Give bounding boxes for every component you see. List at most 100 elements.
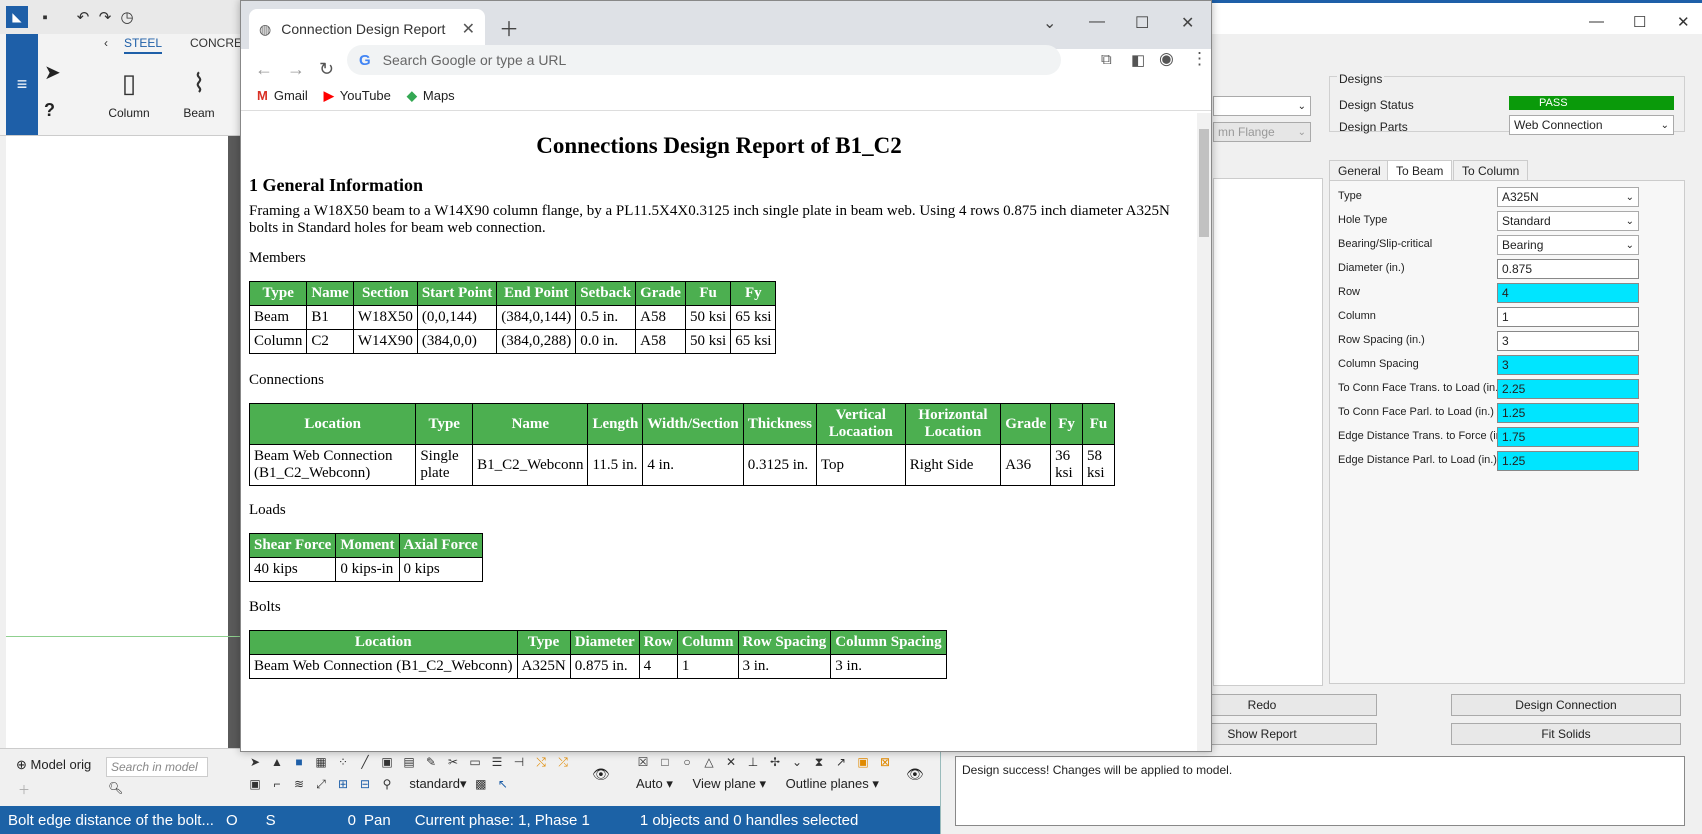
beam-tool[interactable]: ⌇ Beam bbox=[174, 68, 224, 120]
help-icon[interactable]: ? bbox=[44, 100, 55, 121]
app-logo-icon[interactable]: ◣ bbox=[6, 6, 28, 28]
tab-steel[interactable]: STEEL bbox=[124, 36, 163, 54]
browser-minimize-icon[interactable]: — bbox=[1089, 13, 1105, 31]
frame-icon[interactable]: ▣ bbox=[246, 777, 264, 795]
auto-dropdown[interactable]: Auto ▾ bbox=[636, 776, 673, 792]
bolt-icon[interactable]: ⊣ bbox=[510, 755, 528, 773]
scrollbar-thumb[interactable] bbox=[1199, 129, 1209, 237]
check-icon[interactable]: ⌄ bbox=[788, 755, 806, 773]
snap-blue2-icon[interactable]: ⊟ bbox=[356, 777, 374, 795]
cross-icon[interactable]: ✢ bbox=[766, 755, 784, 773]
model-view[interactable] bbox=[6, 136, 240, 748]
cube-icon[interactable]: ▣ bbox=[378, 755, 396, 773]
tab-close-icon[interactable]: ✕ bbox=[462, 19, 475, 39]
menu-icon[interactable]: ≡ bbox=[6, 34, 38, 135]
field-input[interactable]: 1.75 bbox=[1497, 427, 1639, 447]
report-page[interactable]: Connections Design Report of B1_C2 1 Gen… bbox=[241, 111, 1197, 751]
tab-general[interactable]: General bbox=[1329, 160, 1390, 181]
dash-icon[interactable]: ⊥ bbox=[744, 755, 762, 773]
design-connection-button[interactable]: Design Connection bbox=[1451, 694, 1681, 716]
dots-icon[interactable]: ⁘ bbox=[334, 755, 352, 773]
outline-planes-dropdown[interactable]: Outline planes ▾ bbox=[786, 776, 879, 792]
design-parts-select[interactable]: Web Connection ⌄ bbox=[1509, 115, 1674, 135]
bookmark-gmail[interactable]: M Gmail bbox=[257, 88, 308, 103]
undo-icon[interactable]: ↶ bbox=[72, 6, 94, 28]
orange-tool2-icon[interactable]: ⤮ bbox=[554, 755, 572, 773]
snap-blue-icon[interactable]: ⊞ bbox=[334, 777, 352, 795]
browser-maximize-icon[interactable]: ☐ bbox=[1135, 13, 1149, 33]
pattern-icon[interactable]: ▩ bbox=[472, 777, 490, 795]
fit-solids-button[interactable]: Fit Solids bbox=[1451, 723, 1681, 745]
link-icon[interactable]: ⚲ bbox=[378, 777, 396, 795]
extensions-icon[interactable]: ⧉ bbox=[1101, 51, 1112, 68]
model-origin-button[interactable]: ⊕ Model orig bbox=[16, 757, 91, 773]
pen-icon[interactable]: ✎ bbox=[422, 755, 440, 773]
partial-select-1[interactable]: ⌄ bbox=[1213, 96, 1311, 116]
hourglass-icon[interactable]: ⧗ bbox=[810, 755, 828, 773]
tab-to-column[interactable]: To Column bbox=[1453, 160, 1529, 181]
square-icon[interactable]: ■ bbox=[290, 755, 308, 773]
search-input[interactable]: Search in model bbox=[111, 760, 198, 774]
column-tool[interactable]: ▯ Column bbox=[104, 68, 154, 120]
maximize-icon[interactable]: ☐ bbox=[1633, 13, 1646, 31]
field-select[interactable]: Standard ⌄ bbox=[1497, 211, 1639, 231]
orange-box-icon[interactable]: ▣ bbox=[854, 755, 872, 773]
search-field[interactable]: Search in model bbox=[106, 757, 208, 777]
address-bar[interactable]: G Search Google or type a URL bbox=[347, 45, 1061, 75]
reload-icon[interactable]: ↻ bbox=[319, 59, 334, 80]
corner-icon[interactable]: ⌐ bbox=[268, 777, 286, 795]
tab-to-beam[interactable]: To Beam bbox=[1387, 160, 1453, 181]
tab-search-icon[interactable]: ⌄ bbox=[1043, 13, 1056, 33]
minimize-icon[interactable]: — bbox=[1589, 13, 1604, 30]
triangle-icon[interactable]: △ bbox=[700, 755, 718, 773]
panel-icon[interactable]: ▭ bbox=[466, 755, 484, 773]
side-panel-icon[interactable]: ◧ bbox=[1131, 51, 1145, 69]
field-input[interactable]: 4 bbox=[1497, 283, 1639, 303]
orange-tool-icon[interactable]: ⤭ bbox=[532, 755, 550, 773]
pointer-tool-icon[interactable]: ➤ bbox=[44, 60, 61, 85]
measure-icon[interactable]: ⤢ bbox=[312, 777, 330, 795]
table-icon[interactable]: ▤ bbox=[400, 755, 418, 773]
browser-tab[interactable]: ◍ Connection Design Report ✕ bbox=[249, 9, 485, 49]
field-select[interactable]: A325N ⌄ bbox=[1497, 187, 1639, 207]
align-icon[interactable]: ☰ bbox=[488, 755, 506, 773]
forward-icon[interactable]: → bbox=[287, 59, 305, 80]
orange-x-icon[interactable]: ⊠ bbox=[876, 755, 894, 773]
search-icon[interactable]: 🔍︎ bbox=[108, 781, 123, 795]
snap-icon[interactable]: ▲ bbox=[268, 755, 286, 773]
save-icon[interactable]: ▪ bbox=[34, 6, 56, 28]
field-input[interactable]: 3 bbox=[1497, 331, 1639, 351]
close-icon[interactable]: ✕ bbox=[1677, 13, 1690, 31]
new-tab-icon[interactable]: ＋ bbox=[499, 13, 519, 42]
field-input[interactable]: 1.25 bbox=[1497, 403, 1639, 423]
more-menu-icon[interactable]: ⋮ bbox=[1191, 49, 1208, 69]
profile-icon[interactable]: ◉ bbox=[1159, 49, 1174, 69]
cut-icon[interactable]: ✂ bbox=[444, 755, 462, 773]
layers-icon[interactable]: ≋ bbox=[290, 777, 308, 795]
field-input[interactable]: 2.25 bbox=[1497, 379, 1639, 399]
standard-dropdown[interactable]: standard▾ bbox=[409, 776, 466, 792]
back-icon[interactable]: ← bbox=[255, 59, 273, 80]
field-input[interactable]: 0.875 bbox=[1497, 259, 1639, 279]
x-icon[interactable]: ✕ bbox=[722, 755, 740, 773]
bookmark-maps[interactable]: ◆ Maps bbox=[407, 88, 455, 104]
partial-select-2[interactable]: mn Flange ⌄ bbox=[1213, 122, 1311, 142]
url-input[interactable]: Search Google or type a URL bbox=[383, 52, 567, 68]
eye2-icon[interactable]: 👁︎ bbox=[906, 766, 924, 783]
rect-icon[interactable]: □ bbox=[656, 755, 674, 773]
ribbon-prev-icon[interactable]: ‹ bbox=[104, 36, 108, 50]
field-input[interactable]: 3 bbox=[1497, 355, 1639, 375]
browser-close-icon[interactable]: ✕ bbox=[1181, 13, 1194, 33]
history-icon[interactable]: ◷ bbox=[116, 6, 138, 28]
bookmark-youtube[interactable]: ▶ YouTube bbox=[324, 88, 391, 104]
arrow-icon[interactable]: ↗ bbox=[832, 755, 850, 773]
redo-icon[interactable]: ↷ bbox=[94, 6, 116, 28]
line-icon[interactable]: ╱ bbox=[356, 755, 374, 773]
field-input[interactable]: 1.25 bbox=[1497, 451, 1639, 471]
eye-icon[interactable]: 👁︎ bbox=[592, 766, 610, 783]
cursor-icon[interactable]: ↖ bbox=[494, 777, 512, 795]
view-plane-dropdown[interactable]: View plane ▾ bbox=[693, 776, 767, 792]
grid-icon[interactable]: ▦ bbox=[312, 755, 330, 773]
circle-icon[interactable]: ○ bbox=[678, 755, 696, 773]
page-scrollbar[interactable] bbox=[1197, 113, 1211, 751]
